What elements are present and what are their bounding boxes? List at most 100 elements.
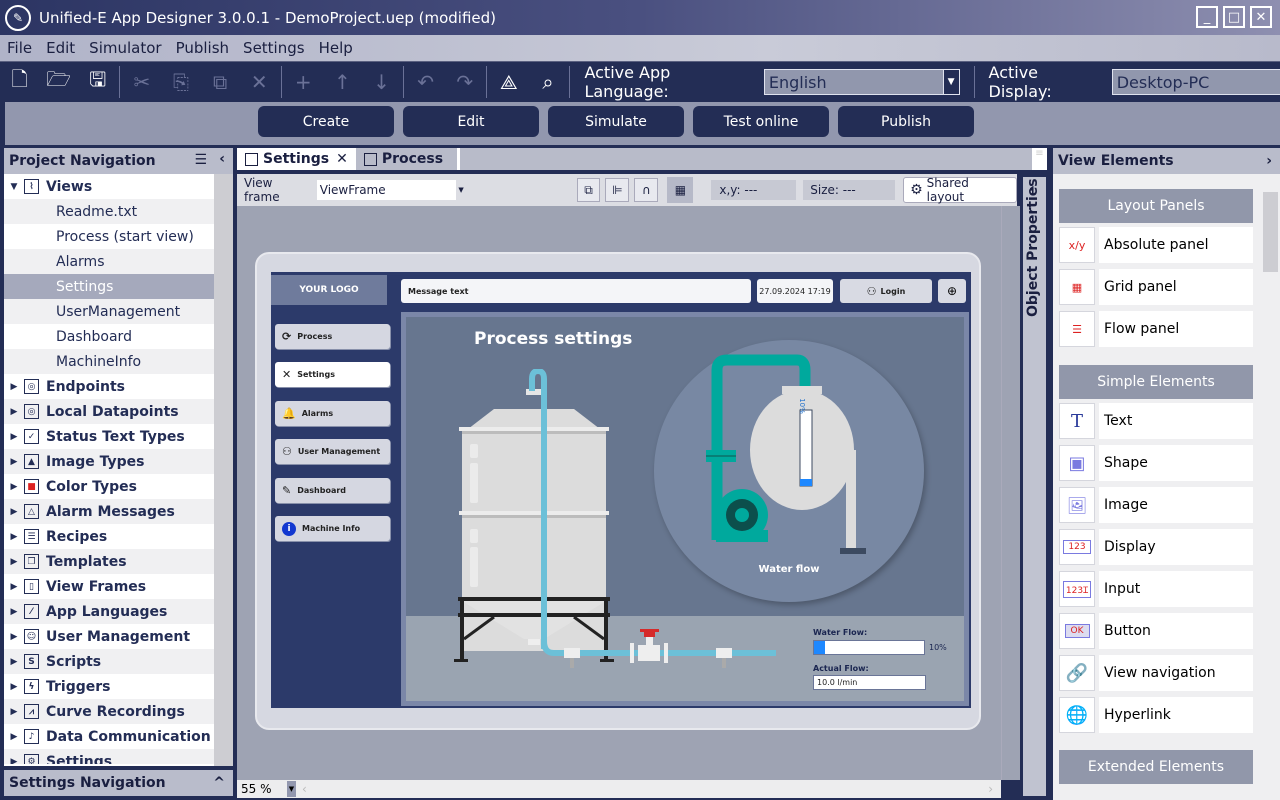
tree-view-item[interactable]: Readme.txt bbox=[4, 199, 214, 224]
paste-special-icon[interactable]: ⧉ bbox=[201, 62, 240, 102]
tree-node-templates[interactable]: ▶ ❐ Templates bbox=[4, 549, 214, 574]
delete-icon[interactable]: ✕ bbox=[240, 62, 279, 102]
element-view-navigation[interactable]: 🔗 View navigation bbox=[1059, 655, 1253, 691]
settings-navigation-header[interactable]: Settings Navigation ^ bbox=[4, 770, 233, 796]
align-icon[interactable]: ⊫ bbox=[605, 178, 630, 202]
collapsed-icon[interactable]: ▶ bbox=[4, 557, 24, 567]
hmi-nav-process[interactable]: ⟳ Process bbox=[275, 324, 390, 349]
zoom-level[interactable]: 55 % bbox=[241, 782, 287, 796]
tree-node-app-languages[interactable]: ▶ ⁄ App Languages bbox=[4, 599, 214, 624]
tree-scrollbar[interactable] bbox=[214, 174, 233, 766]
edit-button[interactable]: Edit bbox=[403, 106, 539, 137]
collapsed-icon[interactable]: ▶ bbox=[4, 407, 24, 417]
menu-help[interactable]: Help bbox=[312, 39, 360, 57]
collapse-left-icon[interactable]: ‹ bbox=[219, 151, 225, 167]
hmi-login-button[interactable]: ⚇ Login bbox=[840, 279, 932, 303]
element-hyperlink[interactable]: 🌐 Hyperlink bbox=[1059, 697, 1253, 733]
hmi-nav-dashboard[interactable]: ✎ Dashboard bbox=[275, 478, 390, 503]
element-display[interactable]: 123 Display bbox=[1059, 529, 1253, 565]
collapsed-icon[interactable]: ▶ bbox=[4, 457, 24, 467]
element-shape[interactable]: ▣ Shape bbox=[1059, 445, 1253, 481]
move-down-icon[interactable]: ↓ bbox=[362, 62, 401, 102]
close-button[interactable]: ✕ bbox=[1250, 6, 1272, 28]
copy-icon[interactable]: ⎘ bbox=[161, 62, 200, 102]
collapsed-icon[interactable]: ▶ bbox=[4, 482, 24, 492]
scrollbar-thumb[interactable] bbox=[1263, 192, 1278, 272]
scroll-left-icon[interactable]: ‹ bbox=[302, 782, 307, 796]
globe-icon[interactable]: ⊕ bbox=[938, 279, 966, 303]
menu-simulator[interactable]: Simulator bbox=[82, 39, 168, 57]
chevron-down-icon[interactable]: ▼ bbox=[455, 180, 467, 200]
scroll-right-icon[interactable]: › bbox=[988, 782, 993, 796]
collapsed-icon[interactable]: ▶ bbox=[4, 757, 24, 765]
tree-node-views[interactable]: ▼ ⌇ Views bbox=[4, 174, 214, 199]
tree-node-recipes[interactable]: ▶ ☰ Recipes bbox=[4, 524, 214, 549]
tree-view-item[interactable]: UserManagement bbox=[4, 299, 214, 324]
test-online-button[interactable]: Test online bbox=[693, 106, 829, 137]
collapsed-icon[interactable]: ▶ bbox=[4, 532, 24, 542]
network-icon[interactable]: ⟁ bbox=[489, 62, 528, 102]
object-properties-panel[interactable]: ‹ Object Properties bbox=[1021, 175, 1048, 798]
collapsed-icon[interactable]: ▶ bbox=[4, 732, 24, 742]
tree-view-item[interactable]: MachineInfo bbox=[4, 349, 214, 374]
tree-node-local-datapoints[interactable]: ▶ ◎ Local Datapoints bbox=[4, 399, 214, 424]
tree-node-view-frames[interactable]: ▶ ▯ View Frames bbox=[4, 574, 214, 599]
element-button[interactable]: OK Button bbox=[1059, 613, 1253, 649]
tree-node-endpoints[interactable]: ▶ ◎ Endpoints bbox=[4, 374, 214, 399]
collapsed-icon[interactable]: ▶ bbox=[4, 382, 24, 392]
tree-view-item[interactable]: Alarms bbox=[4, 249, 214, 274]
tree-view-item-selected[interactable]: Settings bbox=[4, 274, 214, 299]
tree-node-color-types[interactable]: ▶ ■ Color Types bbox=[4, 474, 214, 499]
new-file-icon[interactable]: 🗋 bbox=[0, 62, 39, 102]
create-button[interactable]: Create bbox=[258, 106, 394, 137]
collapsed-icon[interactable]: ▶ bbox=[4, 707, 24, 717]
tab-overflow-icon[interactable]: ≡ bbox=[1032, 148, 1047, 170]
hmi-nav-alarms[interactable]: 🔔 Alarms bbox=[275, 401, 390, 426]
display-select[interactable]: Desktop-PC bbox=[1111, 69, 1280, 95]
open-folder-icon[interactable]: 🗁 bbox=[39, 62, 78, 102]
expanded-icon[interactable]: ▼ bbox=[4, 182, 24, 192]
menu-icon[interactable]: ☰ bbox=[194, 152, 207, 168]
magnet-icon[interactable]: ∩ bbox=[634, 178, 659, 202]
view-frame-select[interactable]: ViewFrame ▼ bbox=[316, 180, 467, 200]
simulate-button[interactable]: Simulate bbox=[548, 106, 684, 137]
collapsed-icon[interactable]: ▶ bbox=[4, 582, 24, 592]
tree-node-settings[interactable]: ▶ ⚙ Settings bbox=[4, 749, 214, 764]
tree-node-data-communication[interactable]: ▶ ♪ Data Communication bbox=[4, 724, 214, 749]
hmi-nav-machine-info[interactable]: i Machine Info bbox=[275, 516, 390, 541]
tree-node-status-text-types[interactable]: ▶ ✓ Status Text Types bbox=[4, 424, 214, 449]
publish-button[interactable]: Publish bbox=[838, 106, 974, 137]
tree-view-item[interactable]: Process (start view) bbox=[4, 224, 214, 249]
save-icon[interactable]: 🖫 bbox=[78, 62, 117, 102]
element-flow-panel[interactable]: ☰ Flow panel bbox=[1059, 311, 1253, 347]
shared-layout-button[interactable]: ⚙ Shared layout bbox=[903, 176, 1018, 204]
element-absolute-panel[interactable]: x/y Absolute panel bbox=[1059, 227, 1253, 263]
redo-icon[interactable]: ↷ bbox=[445, 62, 484, 102]
tree-node-user-management[interactable]: ▶ ☺ User Management bbox=[4, 624, 214, 649]
menu-settings[interactable]: Settings bbox=[236, 39, 312, 57]
collapsed-icon[interactable]: ▶ bbox=[4, 507, 24, 517]
chevron-up-icon[interactable]: ^ bbox=[213, 775, 225, 791]
collapse-right-icon[interactable]: › bbox=[1266, 153, 1272, 169]
canvas-vscrollbar[interactable] bbox=[1001, 206, 1020, 780]
collapsed-icon[interactable]: ▶ bbox=[4, 682, 24, 692]
zoom-dropdown-icon[interactable]: ▼ bbox=[287, 781, 296, 797]
element-grid-panel[interactable]: ▦ Grid panel bbox=[1059, 269, 1253, 305]
elements-scrollbar[interactable] bbox=[1261, 178, 1280, 796]
tab-process[interactable]: Process bbox=[356, 148, 451, 170]
element-image[interactable]: 🖼 Image bbox=[1059, 487, 1253, 523]
tree-node-image-types[interactable]: ▶ ▲ Image Types bbox=[4, 449, 214, 474]
search-icon[interactable]: ⌕ bbox=[528, 62, 567, 102]
collapsed-icon[interactable]: ▶ bbox=[4, 607, 24, 617]
menu-edit[interactable]: Edit bbox=[39, 39, 82, 57]
tree-node-alarm-messages[interactable]: ▶ △ Alarm Messages bbox=[4, 499, 214, 524]
minimize-button[interactable]: _ bbox=[1196, 6, 1218, 28]
tree-node-triggers[interactable]: ▶ ϟ Triggers bbox=[4, 674, 214, 699]
menu-file[interactable]: File bbox=[0, 39, 39, 57]
close-tab-icon[interactable]: ✕ bbox=[336, 151, 348, 167]
arrange-icon[interactable]: ⧉ bbox=[576, 178, 601, 202]
collapsed-icon[interactable]: ▶ bbox=[4, 432, 24, 442]
tab-settings[interactable]: Settings ✕ bbox=[237, 148, 356, 170]
element-text[interactable]: T Text bbox=[1059, 403, 1253, 439]
hmi-nav-user-management[interactable]: ⚇ User Management bbox=[275, 439, 390, 464]
